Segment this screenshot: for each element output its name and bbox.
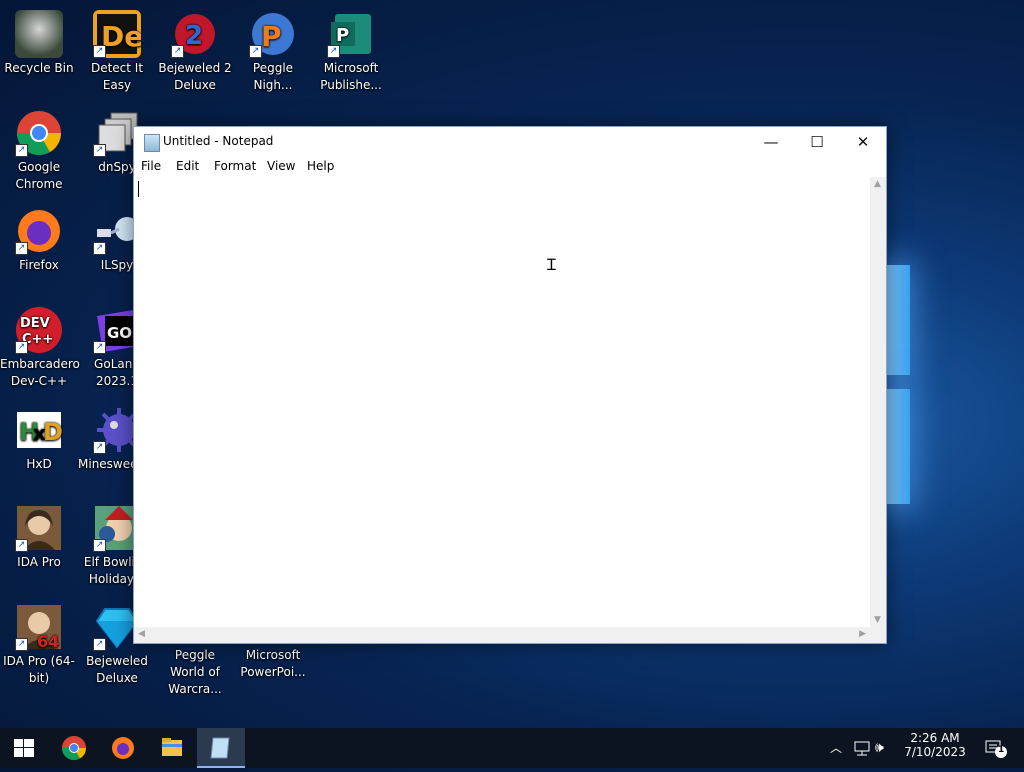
clock[interactable]: 2:26 AM 7/10/2023 <box>902 728 968 768</box>
firefox-icon: ↗ <box>15 207 63 255</box>
menu-file[interactable]: File <box>141 159 161 173</box>
icon-label: Detect It Easy <box>90 61 144 92</box>
detect-it-easy-icon: De ↗ <box>93 10 143 58</box>
icon-label: Microsoft Publishe... <box>320 61 382 92</box>
svg-text:GO: GO <box>107 324 132 342</box>
window-title: Untitled - Notepad <box>163 134 274 148</box>
vertical-scrollbar[interactable]: ▲ ▼ <box>870 177 886 627</box>
desktop-icon-microsoft-publisher[interactable]: P ↗ Microsoft Publishe... <box>312 4 390 94</box>
show-hidden-icons-chevron-icon[interactable]: ︿ <box>830 728 846 768</box>
desktop-icon-detect-it-easy[interactable]: De ↗ Detect It Easy <box>78 4 156 94</box>
icon-label: HxD <box>26 457 52 471</box>
desktop-icon-hxd[interactable]: HxD HxD <box>0 400 78 490</box>
peggle-nights-icon: P ↗ <box>249 10 297 58</box>
desktop-icon-bejeweled-2[interactable]: 2 ↗ Bejeweled 2 Deluxe <box>156 4 234 94</box>
scroll-left-icon[interactable]: ◀ <box>138 629 145 639</box>
icon-label: Firefox <box>19 258 59 272</box>
menu-help[interactable]: Help <box>307 159 334 173</box>
notepad-icon <box>210 737 230 759</box>
close-button[interactable]: ✕ <box>840 127 886 157</box>
icon-label: IDA Pro <box>17 555 61 569</box>
desktop-icon-google-chrome[interactable]: ↗ Google Chrome <box>0 103 78 193</box>
bejeweled-2-icon: 2 ↗ <box>171 10 219 58</box>
action-center-button[interactable]: 1 <box>980 728 1010 768</box>
start-button[interactable] <box>0 728 48 768</box>
windows-start-icon <box>14 739 34 757</box>
desktop-icon-firefox[interactable]: ↗ Firefox <box>0 201 78 291</box>
taskbar-file-explorer-button[interactable] <box>148 728 196 768</box>
taskbar: ︿ 🕪 2:26 AM 7/10/2023 1 <box>0 728 1024 768</box>
icon-label: Bejeweled 2 Deluxe <box>158 61 232 92</box>
network-icon[interactable] <box>852 728 872 768</box>
minimize-button[interactable]: — <box>748 127 794 157</box>
resize-grip[interactable] <box>870 627 886 643</box>
publisher-icon: P ↗ <box>327 10 375 58</box>
notepad-app-icon <box>144 134 160 152</box>
maximize-button[interactable]: ☐ <box>794 127 840 157</box>
svg-text:De: De <box>101 20 141 53</box>
ibeam-cursor-icon: Ɪ <box>547 255 556 274</box>
hxd-icon: HxD <box>15 406 63 454</box>
icon-label: Peggle Nigh... <box>252 61 294 92</box>
menu-bar: File Edit Format View Help <box>134 157 886 177</box>
dev-cpp-icon: DEV C++ ↗ <box>15 306 63 354</box>
desktop-icon-dev-cpp[interactable]: DEV C++ ↗ Embarcadero Dev-C++ <box>0 300 80 390</box>
desktop-icon-ida-pro-64[interactable]: 64 ↗ IDA Pro (64-bit) <box>0 597 78 687</box>
ida-pro-icon: ↗ <box>15 504 63 552</box>
volume-icon[interactable]: 🕪 <box>875 728 895 768</box>
folder-icon <box>162 738 182 756</box>
icon-label: IDA Pro (64-bit) <box>3 654 75 685</box>
scroll-up-icon[interactable]: ▲ <box>874 179 881 189</box>
firefox-icon <box>112 737 134 759</box>
clock-date: 7/10/2023 <box>904 745 966 759</box>
notification-count: 1 <box>998 745 1005 755</box>
taskbar-firefox-button[interactable] <box>99 728 147 768</box>
icon-label: Embarcadero Dev-C++ <box>0 357 80 388</box>
svg-text:D: D <box>43 418 63 446</box>
svg-text:DEV: DEV <box>20 316 50 331</box>
scroll-down-icon[interactable]: ▼ <box>874 615 881 625</box>
desktop-icon-recycle-bin[interactable]: Recycle Bin <box>0 4 78 94</box>
icon-label: Peggle World of Warcra... <box>168 648 222 696</box>
desktop-icon-peggle-nights[interactable]: P ↗ Peggle Nigh... <box>234 4 312 94</box>
icon-label: Recycle Bin <box>4 61 74 75</box>
svg-text:P: P <box>261 20 282 53</box>
ida-pro-64-icon: 64 ↗ <box>15 603 63 651</box>
text-caret <box>138 181 139 197</box>
clock-time: 2:26 AM <box>910 731 960 745</box>
menu-edit[interactable]: Edit <box>176 159 199 173</box>
scroll-right-icon[interactable]: ▶ <box>859 629 866 639</box>
notification-icon <box>985 740 1007 758</box>
chrome-icon <box>61 736 86 761</box>
icon-label: Bejeweled Deluxe <box>86 654 148 685</box>
desktop-icon-ida-pro[interactable]: ↗ IDA Pro <box>0 498 78 588</box>
icon-label: Microsoft PowerPoi... <box>240 648 306 679</box>
taskbar-chrome-button[interactable] <box>50 728 98 768</box>
taskbar-notepad-button[interactable] <box>197 728 245 768</box>
icon-label: Google Chrome <box>15 160 63 191</box>
svg-text:2: 2 <box>185 21 203 51</box>
menu-format[interactable]: Format <box>214 159 256 173</box>
svg-text:P: P <box>336 25 349 46</box>
text-editor[interactable] <box>134 177 870 627</box>
chrome-icon: ↗ <box>15 109 63 157</box>
recycle-bin-icon <box>15 10 63 58</box>
menu-view[interactable]: View <box>267 159 295 173</box>
horizontal-scrollbar[interactable]: ◀ ▶ <box>134 627 870 643</box>
notepad-window[interactable]: Untitled - Notepad — ☐ ✕ File Edit Forma… <box>133 126 887 644</box>
title-bar[interactable]: Untitled - Notepad — ☐ ✕ <box>134 127 886 157</box>
svg-text:64: 64 <box>37 632 59 651</box>
